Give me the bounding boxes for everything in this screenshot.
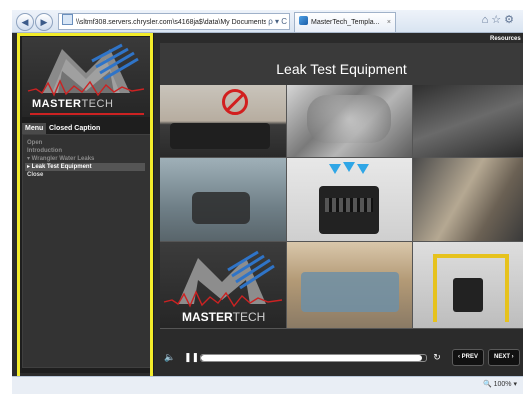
volume-icon[interactable]: 🔈: [164, 350, 175, 364]
photo-mastertech-logo: MASTERTECH: [160, 242, 287, 329]
slide-area: Leak Test Equipment MASTERTECH: [160, 43, 523, 329]
photo-door-seal: [413, 158, 523, 242]
menu-item-open[interactable]: Open: [27, 139, 42, 147]
back-button[interactable]: ◀: [16, 13, 34, 31]
zoom-level[interactable]: 🔍 100% ▾: [483, 380, 517, 388]
page-icon: [62, 14, 73, 25]
prohibit-icon: [222, 89, 248, 115]
menu-item-close[interactable]: Close: [27, 171, 43, 179]
player-sidebar: MASTERTECH Menu Closed Caption Open Intr…: [18, 33, 154, 373]
tab-closed-caption[interactable]: Closed Caption: [46, 123, 103, 134]
photo-jeep-windshield: [287, 242, 413, 329]
arrow-down-icon: [329, 164, 341, 174]
tab-close-icon[interactable]: ×: [387, 13, 391, 32]
photo-jeep-rain: [160, 158, 287, 242]
pause-button[interactable]: ❚❚: [184, 350, 199, 364]
tab-title: MasterTech_Templa...: [311, 19, 380, 26]
photo-jeep-side: [160, 85, 287, 158]
browser-tab[interactable]: MasterTech_Templa... ×: [294, 12, 396, 32]
resources-link[interactable]: Resources: [490, 36, 521, 42]
menu-item-wrangler-water-leaks[interactable]: ▾ Wrangler Water Leaks: [27, 155, 94, 163]
menu-item-introduction[interactable]: Introduction: [27, 147, 62, 155]
arrow-down-icon: [343, 162, 355, 172]
logo-underline: [30, 113, 144, 115]
tab-menu[interactable]: Menu: [22, 123, 47, 134]
address-bar[interactable]: \\sltmf308.servers.chrysler.com\s4168ja$…: [58, 13, 290, 30]
favicon-icon: [299, 16, 308, 25]
prev-button[interactable]: ‹ PREV: [452, 349, 485, 366]
arrow-down-icon: [357, 164, 369, 174]
logo-text: MASTERTECH: [32, 98, 114, 110]
address-text: \\sltmf308.servers.chrysler.com\s4168ja$…: [76, 19, 269, 26]
menu-panel: Open Introduction ▾ Wrangler Water Leaks…: [22, 134, 152, 368]
browser-toolbar: ◀ ▶ \\sltmf308.servers.chrysler.com\s416…: [12, 10, 523, 33]
photo-water-test-booth: [413, 242, 523, 329]
photo-interior: [413, 85, 523, 158]
sidebar-tabs: Menu Closed Caption: [22, 123, 150, 134]
replay-icon[interactable]: ↻: [431, 350, 443, 364]
slide-title: Leak Test Equipment: [276, 61, 407, 77]
mastertech-logo: MASTERTECH: [22, 37, 150, 117]
photo-jeep-front: [287, 158, 413, 242]
tile-logo-text: MASTERTECH: [182, 310, 266, 324]
status-bar: 🔍 100% ▾: [12, 376, 523, 394]
progress-bar[interactable]: [200, 354, 427, 362]
photo-engine: [287, 85, 413, 158]
address-actions-icon[interactable]: ρ ▾ C: [266, 14, 287, 29]
next-button[interactable]: NEXT ›: [488, 349, 520, 366]
progress-fill: [201, 355, 422, 361]
course-player: MASTERTECH Menu Closed Caption Open Intr…: [12, 33, 523, 376]
toolbar-icons[interactable]: ⌂☆⚙: [482, 13, 517, 26]
menu-item-leak-test-equipment[interactable]: ▸ Leak Test Equipment: [25, 163, 145, 171]
forward-button[interactable]: ▶: [35, 13, 53, 31]
playback-controls: 🔈 ❚❚ ↻ ‹ PREV NEXT ›: [160, 346, 523, 368]
